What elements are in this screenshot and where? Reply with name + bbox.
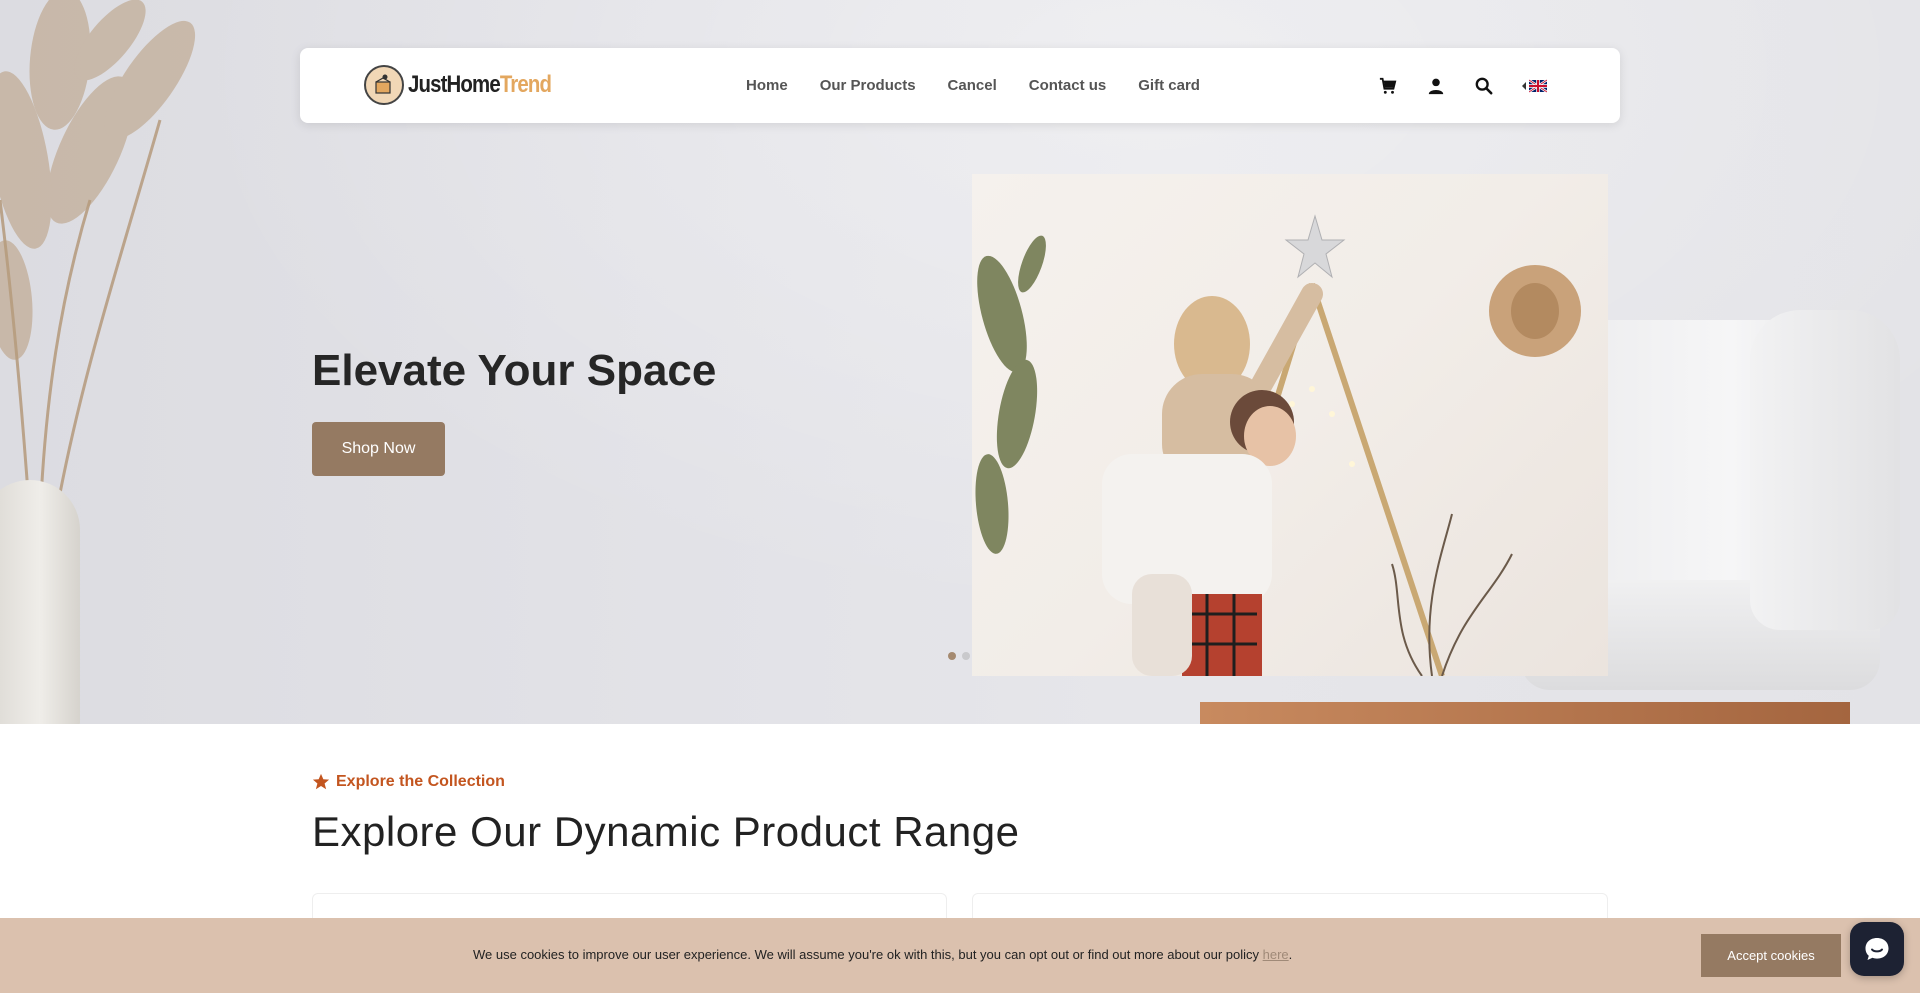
logo-text-part2: Trend xyxy=(499,71,552,98)
logo-box-icon xyxy=(364,65,404,105)
section-title: Explore Our Dynamic Product Range xyxy=(312,808,1020,855)
nav-link-gift-card[interactable]: Gift card xyxy=(1138,77,1200,94)
logo-text-part1: JustHome xyxy=(408,71,501,98)
slider-dot-1[interactable] xyxy=(948,652,956,660)
caret-left-icon xyxy=(1522,81,1526,90)
vase-decoration xyxy=(0,480,80,724)
nav-link-cancel[interactable]: Cancel xyxy=(948,77,997,94)
accept-cookies-button[interactable]: Accept cookies xyxy=(1701,934,1841,977)
slider-dot-2[interactable] xyxy=(962,652,970,660)
cookie-policy-link[interactable]: here xyxy=(1263,947,1289,962)
cookie-text: We use cookies to improve our user exper… xyxy=(473,947,1263,962)
site-logo[interactable]: JustHomeTrend xyxy=(364,65,576,105)
hero-title: Elevate Your Space xyxy=(312,346,717,395)
slider-dots xyxy=(948,652,970,660)
section-eyebrow: Explore the Collection xyxy=(312,773,505,791)
language-selector[interactable] xyxy=(1522,78,1547,93)
pampas-grass-decoration xyxy=(0,0,196,520)
eyebrow-label: Explore the Collection xyxy=(336,773,505,790)
nav-link-our-products[interactable]: Our Products xyxy=(820,77,916,94)
logo-wordmark: JustHomeTrend xyxy=(408,71,552,99)
nav-link-home[interactable]: Home xyxy=(746,77,788,94)
couple-decorating-illustration xyxy=(975,214,1581,676)
nav-link-contact-us[interactable]: Contact us xyxy=(1029,77,1107,94)
shop-now-button[interactable]: Shop Now xyxy=(312,422,445,476)
chat-icon xyxy=(1865,938,1889,960)
header-navbar: JustHomeTrend Home Our Products Cancel C… xyxy=(300,48,1620,123)
main-nav: Home Our Products Cancel Contact us Gift… xyxy=(746,48,1200,123)
search-icon[interactable] xyxy=(1474,76,1494,96)
hero-slide-image xyxy=(972,174,1608,676)
star-icon xyxy=(312,773,330,790)
cookie-suffix: . xyxy=(1288,947,1293,962)
header-actions xyxy=(1378,48,1547,123)
uk-flag-icon xyxy=(1529,78,1547,93)
cookie-message: We use cookies to improve our user exper… xyxy=(473,947,1292,962)
cookie-banner: We use cookies to improve our user exper… xyxy=(0,918,1920,993)
chat-widget-button[interactable] xyxy=(1850,922,1904,976)
cart-icon[interactable] xyxy=(1378,76,1398,96)
user-icon[interactable] xyxy=(1426,76,1446,96)
